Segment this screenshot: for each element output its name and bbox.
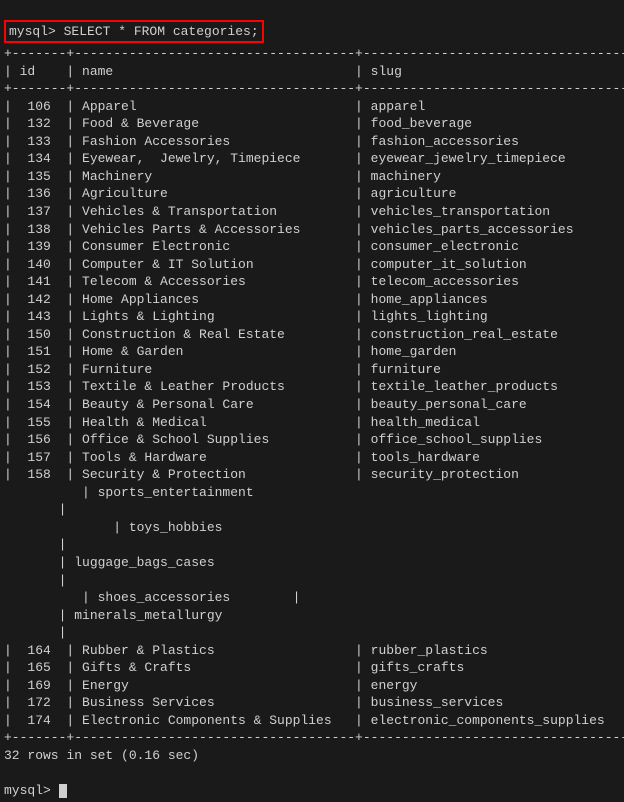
table-border-mid: +-------+-------------------------------… xyxy=(4,81,624,96)
cursor[interactable] xyxy=(59,784,67,798)
table-body-1: | 106 | Apparel | apparel | | 132 | Food… xyxy=(4,99,624,482)
table-border-top: +-------+-------------------------------… xyxy=(4,46,624,61)
table-header-row: | id | name | slug | xyxy=(4,64,624,79)
result-footer: 32 rows in set (0.16 sec) xyxy=(4,748,199,763)
wrapped-block: | sports_entertainment | | toys_hobbies … xyxy=(4,485,300,640)
table-border-bottom: +-------+-------------------------------… xyxy=(4,730,624,745)
query-command: mysql> SELECT * FROM categories; xyxy=(9,24,259,39)
terminal-output: mysql> SELECT * FROM categories; +------… xyxy=(0,0,624,802)
table-body-2: | 164 | Rubber & Plastics | rubber_plast… xyxy=(4,643,624,728)
mysql-prompt[interactable]: mysql> xyxy=(4,783,59,798)
query-highlight: mysql> SELECT * FROM categories; xyxy=(4,20,264,44)
